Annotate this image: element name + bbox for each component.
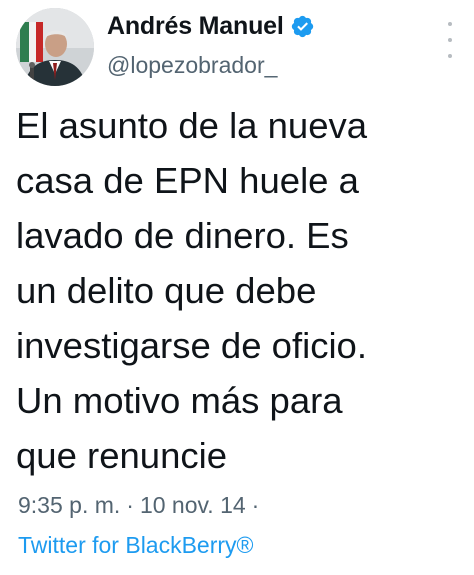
display-name[interactable]: Andrés Manuel: [107, 12, 284, 41]
tweet-time[interactable]: 9:35 p. m.: [18, 492, 120, 518]
tweet-card: Andrés Manuel @lopezobrador_ El asunto d…: [0, 0, 474, 575]
avatar-photo: [16, 8, 94, 86]
author-name-row[interactable]: Andrés Manuel: [107, 10, 315, 42]
verified-badge-icon: [290, 14, 315, 39]
meta-separator-trailing: ·: [251, 492, 260, 518]
tweet-text: El asunto de la nueva casa de EPN huele …: [16, 105, 368, 476]
tweet-metadata: 9:35 p. m. · 10 nov. 14 ·: [18, 492, 265, 519]
author-handle[interactable]: @lopezobrador_: [107, 52, 277, 79]
tweet-date[interactable]: 10 nov. 14: [140, 492, 246, 518]
avatar[interactable]: [16, 8, 94, 86]
more-options-icon[interactable]: [446, 22, 454, 58]
tweet-source-link[interactable]: Twitter for BlackBerry®: [18, 532, 254, 559]
meta-separator: ·: [126, 492, 134, 518]
